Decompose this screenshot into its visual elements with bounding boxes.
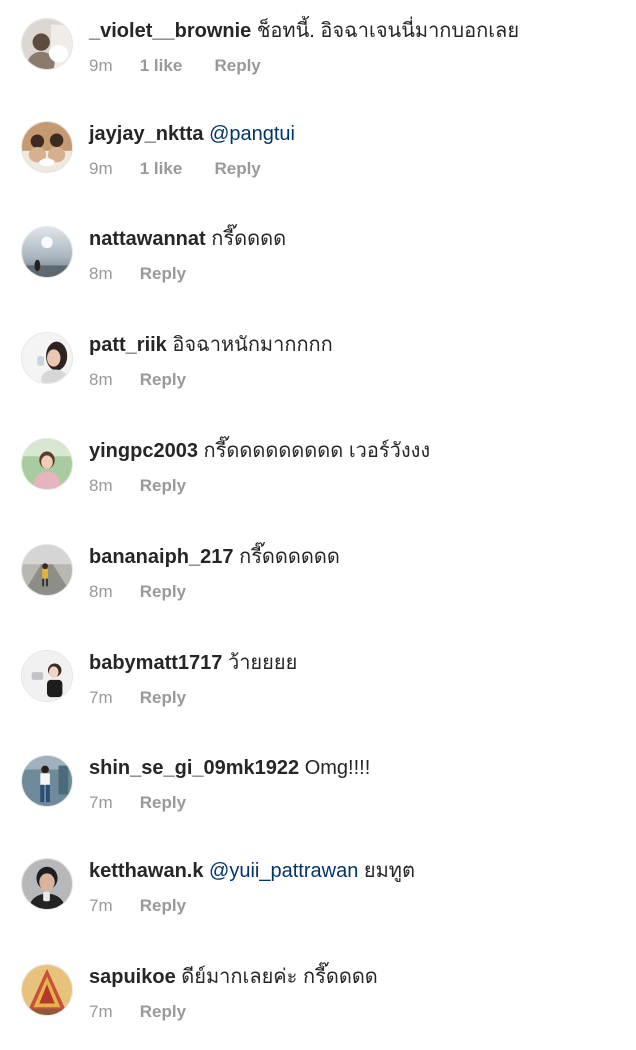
avatar[interactable] xyxy=(21,226,73,278)
comment-body: jayjay_nktta @pangtui xyxy=(89,121,295,147)
comment-username[interactable]: jayjay_nktta xyxy=(89,123,204,145)
avatar-image xyxy=(22,545,72,595)
reply-button[interactable]: Reply xyxy=(140,476,186,495)
comment-time: 7m xyxy=(89,896,113,915)
reply-button[interactable]: Reply xyxy=(140,896,186,915)
comment-body: bananaiph_217 กรี๊ดดดดดด xyxy=(89,544,340,570)
comment-mention[interactable]: @pangtui xyxy=(209,123,295,145)
avatar-image xyxy=(22,756,72,806)
comment-username[interactable]: yingpc2003 xyxy=(89,440,198,462)
comment-username[interactable]: bananaiph_217 xyxy=(89,546,234,568)
comment-text: กรี๊ดดดด xyxy=(211,228,287,250)
comment-item: ketthawan.k @yuii_pattrawan ยมทูต 7m Rep… xyxy=(0,844,636,944)
avatar[interactable] xyxy=(21,650,73,702)
comment-username[interactable]: sapuikoe xyxy=(89,966,176,988)
comment-text: Omg!!!! xyxy=(304,757,371,779)
comment-time: 9m xyxy=(89,56,113,75)
comment-username[interactable]: _violet__brownie xyxy=(89,20,251,42)
comment-time: 8m xyxy=(89,582,113,601)
comment-text: ดีย์มากเลยค่ะ กรี๊ดดดด xyxy=(181,966,378,988)
comment-item: sapuikoe ดีย์มากเลยค่ะ กรี๊ดดดด 7m Reply xyxy=(0,950,636,1050)
comment-meta: 7m Reply xyxy=(89,1001,186,1023)
comment-text: กรี๊ดดดดดดดดด เวอร์วังงง xyxy=(203,440,431,462)
comment-text: ช็อทนี้. อิจฉาเจนนี่มากบอกเลย xyxy=(256,20,520,42)
reply-button[interactable]: Reply xyxy=(140,370,186,389)
comment-meta: 9m 1 like Reply xyxy=(89,55,261,77)
comment-username[interactable]: ketthawan.k xyxy=(89,860,203,882)
avatar[interactable] xyxy=(21,544,73,596)
avatar-image xyxy=(22,19,72,69)
comment-meta: 7m Reply xyxy=(89,792,186,814)
comment-time: 8m xyxy=(89,476,113,495)
reply-button[interactable]: Reply xyxy=(214,56,260,75)
reply-button[interactable]: Reply xyxy=(140,582,186,601)
comment-time: 7m xyxy=(89,1002,113,1021)
reply-button[interactable]: Reply xyxy=(140,688,186,707)
reply-button[interactable]: Reply xyxy=(214,159,260,178)
avatar[interactable] xyxy=(21,121,73,173)
avatar-image xyxy=(22,227,72,277)
comment-meta: 8m Reply xyxy=(89,581,186,603)
comment-item: babymatt1717 ว้ายยยย 7m Reply xyxy=(0,633,636,733)
comment-username[interactable]: shin_se_gi_09mk1922 xyxy=(89,757,299,779)
comment-meta: 8m Reply xyxy=(89,475,186,497)
avatar-image xyxy=(22,439,72,489)
comment-item: _violet__brownie ช็อทนี้. อิจฉาเจนนี่มาก… xyxy=(0,0,636,100)
comment-meta: 7m Reply xyxy=(89,895,186,917)
comment-item: jayjay_nktta @pangtui 9m 1 like Reply xyxy=(0,103,636,203)
comment-item: shin_se_gi_09mk1922 Omg!!!! 7m Reply xyxy=(0,738,636,838)
comment-username[interactable]: patt_riik xyxy=(89,334,167,356)
comment-mention[interactable]: @yuii_pattrawan xyxy=(209,860,358,882)
avatar-image xyxy=(22,965,72,1015)
comment-body: ketthawan.k @yuii_pattrawan ยมทูต xyxy=(89,858,415,884)
comment-text: กรี๊ดดดดดด xyxy=(239,546,340,568)
comment-meta: 8m Reply xyxy=(89,369,186,391)
comment-time: 7m xyxy=(89,688,113,707)
avatar[interactable] xyxy=(21,755,73,807)
avatar[interactable] xyxy=(21,438,73,490)
comment-likes[interactable]: 1 like xyxy=(140,55,210,77)
avatar-image xyxy=(22,651,72,701)
comment-text: ว้ายยยย xyxy=(227,652,298,674)
comment-body: _violet__brownie ช็อทนี้. อิจฉาเจนนี่มาก… xyxy=(89,18,519,44)
comment-text: อิจฉาหนักมากกกก xyxy=(172,334,333,356)
comment-body: sapuikoe ดีย์มากเลยค่ะ กรี๊ดดดด xyxy=(89,964,378,990)
comment-body: babymatt1717 ว้ายยยย xyxy=(89,650,297,676)
avatar-image xyxy=(22,333,72,383)
comment-meta: 9m 1 like Reply xyxy=(89,158,261,180)
comment-item: bananaiph_217 กรี๊ดดดดดด 8m Reply xyxy=(0,527,636,627)
avatar[interactable] xyxy=(21,964,73,1016)
comment-meta: 7m Reply xyxy=(89,687,186,709)
comment-likes[interactable]: 1 like xyxy=(140,158,210,180)
comment-item: patt_riik อิจฉาหนักมากกกก 8m Reply xyxy=(0,315,636,415)
reply-button[interactable]: Reply xyxy=(140,1002,186,1021)
comment-item: yingpc2003 กรี๊ดดดดดดดดด เวอร์วังงง 8m R… xyxy=(0,421,636,521)
comment-time: 8m xyxy=(89,370,113,389)
comment-time: 8m xyxy=(89,264,113,283)
avatar[interactable] xyxy=(21,18,73,70)
comment-time: 9m xyxy=(89,159,113,178)
comment-body: nattawannat กรี๊ดดดด xyxy=(89,226,286,252)
comment-username[interactable]: babymatt1717 xyxy=(89,652,222,674)
comment-body: shin_se_gi_09mk1922 Omg!!!! xyxy=(89,755,370,781)
reply-button[interactable]: Reply xyxy=(140,793,186,812)
avatar-image xyxy=(22,859,72,909)
comment-time: 7m xyxy=(89,793,113,812)
comment-text: ยมทูต xyxy=(363,860,415,882)
avatar[interactable] xyxy=(21,332,73,384)
comment-body: patt_riik อิจฉาหนักมากกกก xyxy=(89,332,333,358)
comment-item: nattawannat กรี๊ดดดด 8m Reply xyxy=(0,209,636,309)
comment-body: yingpc2003 กรี๊ดดดดดดดดด เวอร์วังงง xyxy=(89,438,430,464)
avatar-image xyxy=(22,122,72,172)
reply-button[interactable]: Reply xyxy=(140,264,186,283)
comment-username[interactable]: nattawannat xyxy=(89,228,206,250)
avatar[interactable] xyxy=(21,858,73,910)
comment-meta: 8m Reply xyxy=(89,263,186,285)
